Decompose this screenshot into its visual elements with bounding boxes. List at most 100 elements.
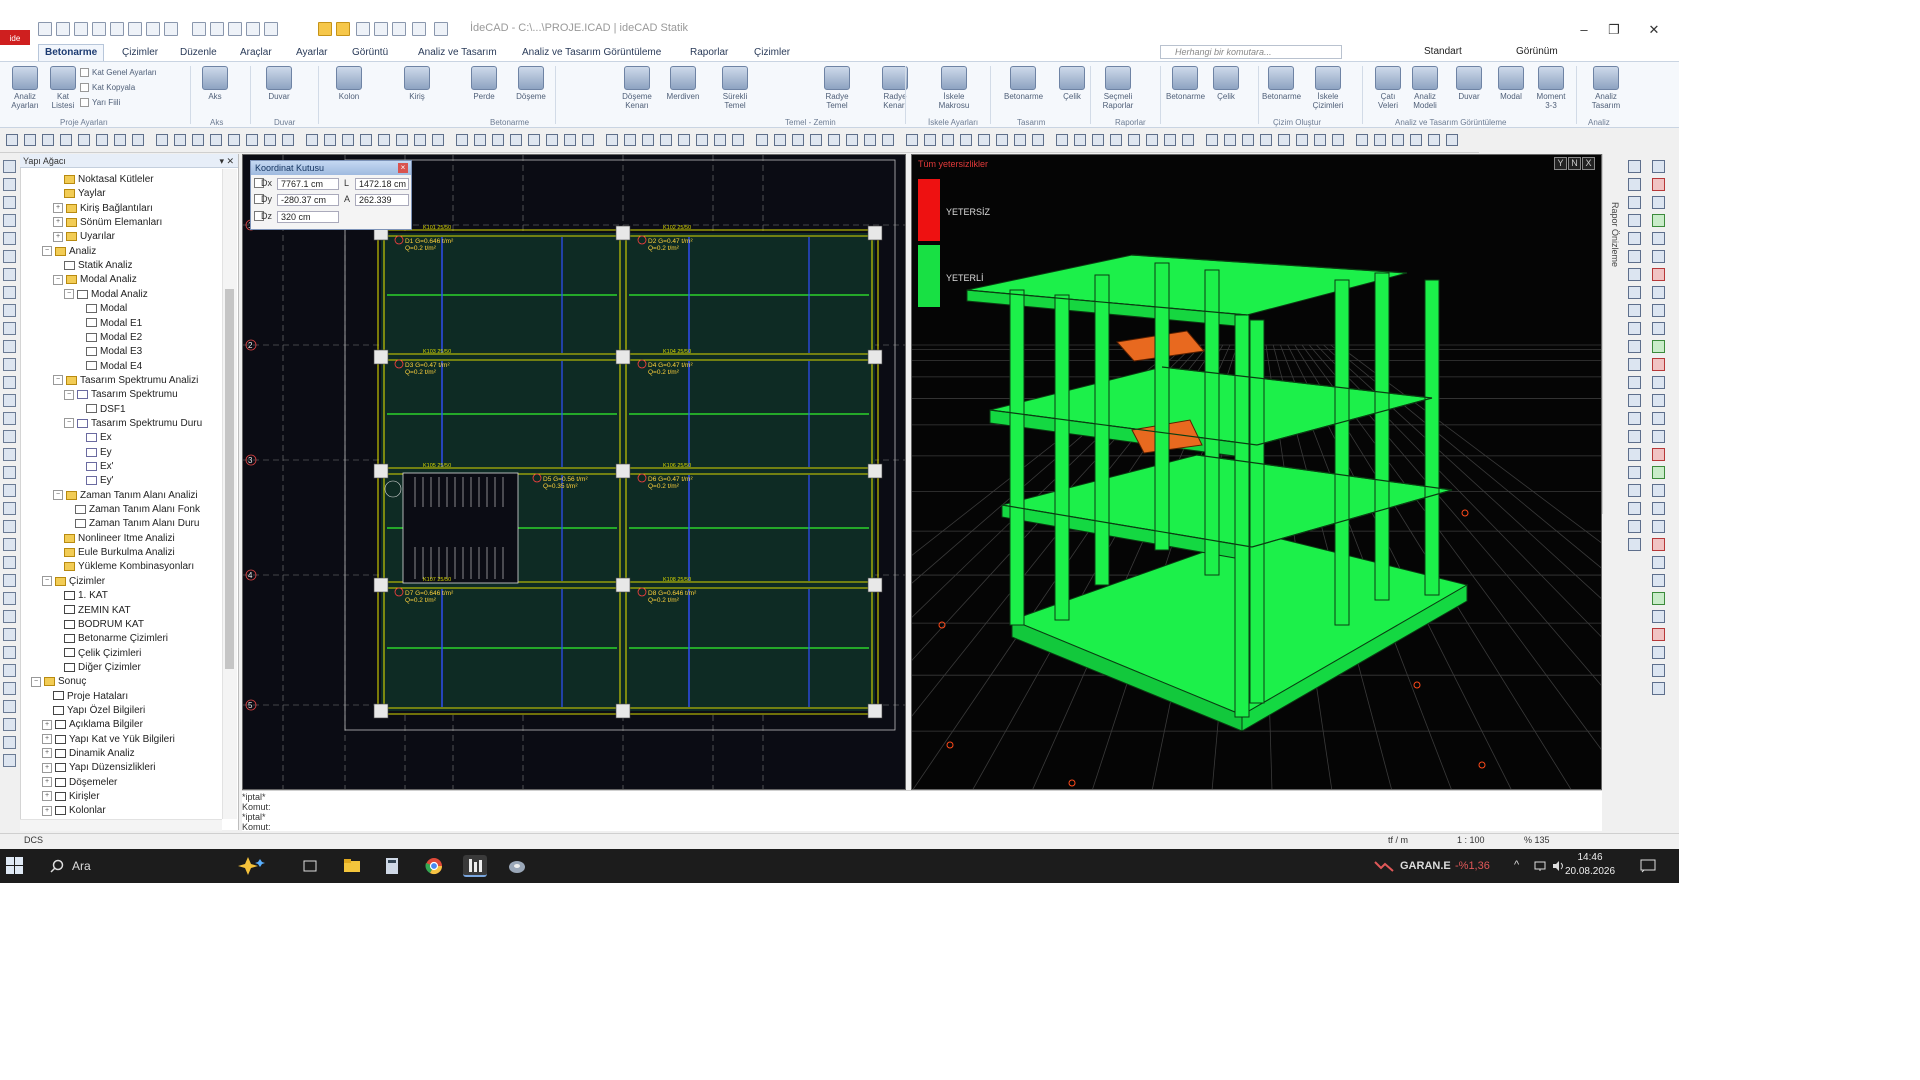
ribbon-button-21[interactable]: Çatı Veleri	[1369, 66, 1407, 110]
side-tool-icon[interactable]	[3, 394, 16, 407]
side-tool-icon[interactable]	[1652, 610, 1665, 623]
collapse-icon[interactable]: −	[31, 676, 41, 687]
ribbon-button-18[interactable]: Çelik	[1207, 66, 1245, 101]
a-field[interactable]: 262.339	[355, 194, 409, 206]
floor-copy-item[interactable]: Kat Kopyala	[80, 83, 135, 93]
toolbar-tool-icon[interactable]	[882, 134, 894, 146]
toolbar-tool-icon[interactable]	[546, 134, 558, 146]
side-tool-icon[interactable]	[3, 592, 16, 605]
collapse-icon[interactable]: −	[64, 389, 74, 400]
ribbon-button-14[interactable]: Betonarme	[1004, 66, 1043, 101]
track-icon[interactable]	[392, 22, 406, 36]
toolbar-tool-icon[interactable]	[1428, 134, 1440, 146]
side-tool-icon[interactable]	[1628, 430, 1641, 443]
undo-icon[interactable]	[128, 22, 142, 36]
toolbar-tool-icon[interactable]	[792, 134, 804, 146]
toolbar-tool-icon[interactable]	[210, 134, 222, 146]
tree-item[interactable]: + Kolonlar	[42, 804, 106, 818]
idecad-app-icon[interactable]	[463, 855, 487, 877]
l-field[interactable]: 1472.18 cm	[355, 178, 409, 190]
view-dropdown[interactable]: Görünüm	[1516, 46, 1558, 57]
tree-item[interactable]: Zaman Tanım Alanı Duru	[64, 517, 199, 531]
maximize-button[interactable]: ❐	[1600, 22, 1628, 38]
toolbar-tool-icon[interactable]	[456, 134, 468, 146]
tab-ayarlar[interactable]: Ayarlar	[296, 45, 328, 61]
toolbar-tool-icon[interactable]	[1260, 134, 1272, 146]
print-icon[interactable]	[164, 22, 178, 36]
side-tool-icon[interactable]	[3, 574, 16, 587]
side-tool-icon[interactable]	[1652, 592, 1665, 605]
command-line-area[interactable]: *iptal* Komut: *iptal* Komut:	[242, 790, 1602, 832]
side-tool-icon[interactable]	[1652, 394, 1665, 407]
tab-cizimler[interactable]: Çizimler	[122, 45, 158, 61]
tree-item[interactable]: Nonlineer Itme Analizi	[53, 532, 175, 546]
toolbar-tool-icon[interactable]	[132, 134, 144, 146]
toolbar-tool-icon[interactable]	[1206, 134, 1218, 146]
measure-icon[interactable]	[356, 22, 370, 36]
tree-item[interactable]: Diğer Çizimler	[53, 661, 141, 675]
open-file-icon[interactable]	[74, 22, 88, 36]
tree-item[interactable]: − Sonuç	[31, 675, 86, 689]
toolbar-tool-icon[interactable]	[942, 134, 954, 146]
tree-item[interactable]: Modal E3	[75, 345, 142, 359]
toolbar-tool-icon[interactable]	[1356, 134, 1368, 146]
collapse-icon[interactable]: −	[64, 289, 74, 300]
tab-cizimler-2[interactable]: Çizimler	[754, 45, 790, 61]
side-tool-icon[interactable]	[3, 322, 16, 335]
side-tool-icon[interactable]	[1652, 322, 1665, 335]
tab-goruntu[interactable]: Görüntü	[352, 45, 388, 61]
side-tool-icon[interactable]	[1628, 394, 1641, 407]
tree-item[interactable]: + Uyarılar	[53, 230, 115, 244]
toolbar-tool-icon[interactable]	[1278, 134, 1290, 146]
side-tool-icon[interactable]	[1652, 358, 1665, 371]
side-tool-icon[interactable]	[1628, 358, 1641, 371]
toolbar-tool-icon[interactable]	[810, 134, 822, 146]
calculator-icon[interactable]	[380, 855, 404, 877]
collapse-icon[interactable]: −	[53, 274, 63, 285]
side-tool-icon[interactable]	[3, 628, 16, 641]
side-tool-icon[interactable]	[1652, 646, 1665, 659]
view-close-button[interactable]: X	[1582, 157, 1595, 170]
toolbar-tool-icon[interactable]	[678, 134, 690, 146]
side-tool-icon[interactable]	[1652, 196, 1665, 209]
side-tool-icon[interactable]	[1628, 412, 1641, 425]
side-tool-icon[interactable]	[1628, 340, 1641, 353]
toolbar-tool-icon[interactable]	[1110, 134, 1122, 146]
toolbar-tool-icon[interactable]	[756, 134, 768, 146]
floor-settings-item[interactable]: Kat Genel Ayarları	[80, 68, 157, 78]
toolbar-tool-icon[interactable]	[846, 134, 858, 146]
polar-icon[interactable]	[374, 22, 388, 36]
toolbar-tool-icon[interactable]	[906, 134, 918, 146]
expand-icon[interactable]: +	[42, 719, 52, 730]
toolbar-tool-icon[interactable]	[6, 134, 18, 146]
tree-item[interactable]: Ex	[75, 431, 112, 445]
side-tool-icon[interactable]	[1628, 538, 1641, 551]
toolbar-tool-icon[interactable]	[492, 134, 504, 146]
tree-header-controls[interactable]: ▾ ✕	[219, 154, 234, 168]
side-tool-icon[interactable]	[1652, 214, 1665, 227]
toolbar-tool-icon[interactable]	[828, 134, 840, 146]
ribbon-button-8[interactable]: Döşeme Kenarı	[618, 66, 656, 110]
corner-icon[interactable]	[264, 22, 278, 36]
side-tool-icon[interactable]	[1628, 160, 1641, 173]
ribbon-button-16[interactable]: Seçmeli Raporlar	[1099, 66, 1137, 110]
tree-item[interactable]: − Modal Analiz	[64, 288, 148, 302]
toolbar-tool-icon[interactable]	[924, 134, 936, 146]
task-view-icon[interactable]	[298, 855, 322, 877]
side-tool-icon[interactable]	[1628, 448, 1641, 461]
side-tool-icon[interactable]	[3, 466, 16, 479]
toolbar-tool-icon[interactable]	[1410, 134, 1422, 146]
close-icon[interactable]: ×	[398, 163, 408, 173]
side-tool-icon[interactable]	[3, 610, 16, 623]
notification-icon[interactable]	[1640, 859, 1656, 873]
tree-item[interactable]: − Analiz	[42, 245, 96, 259]
tree-item[interactable]: Yükleme Kombinasyonları	[53, 560, 194, 574]
toolbar-tool-icon[interactable]	[1224, 134, 1236, 146]
tree-item[interactable]: − Tasarım Spektrumu Analizi	[53, 374, 198, 388]
tab-raporlar[interactable]: Raporlar	[690, 45, 728, 61]
side-tool-icon[interactable]	[3, 286, 16, 299]
toolbar-tool-icon[interactable]	[174, 134, 186, 146]
dz-field[interactable]: 320 cm	[277, 211, 339, 223]
side-tool-icon[interactable]	[1652, 412, 1665, 425]
toolbar-tool-icon[interactable]	[1296, 134, 1308, 146]
